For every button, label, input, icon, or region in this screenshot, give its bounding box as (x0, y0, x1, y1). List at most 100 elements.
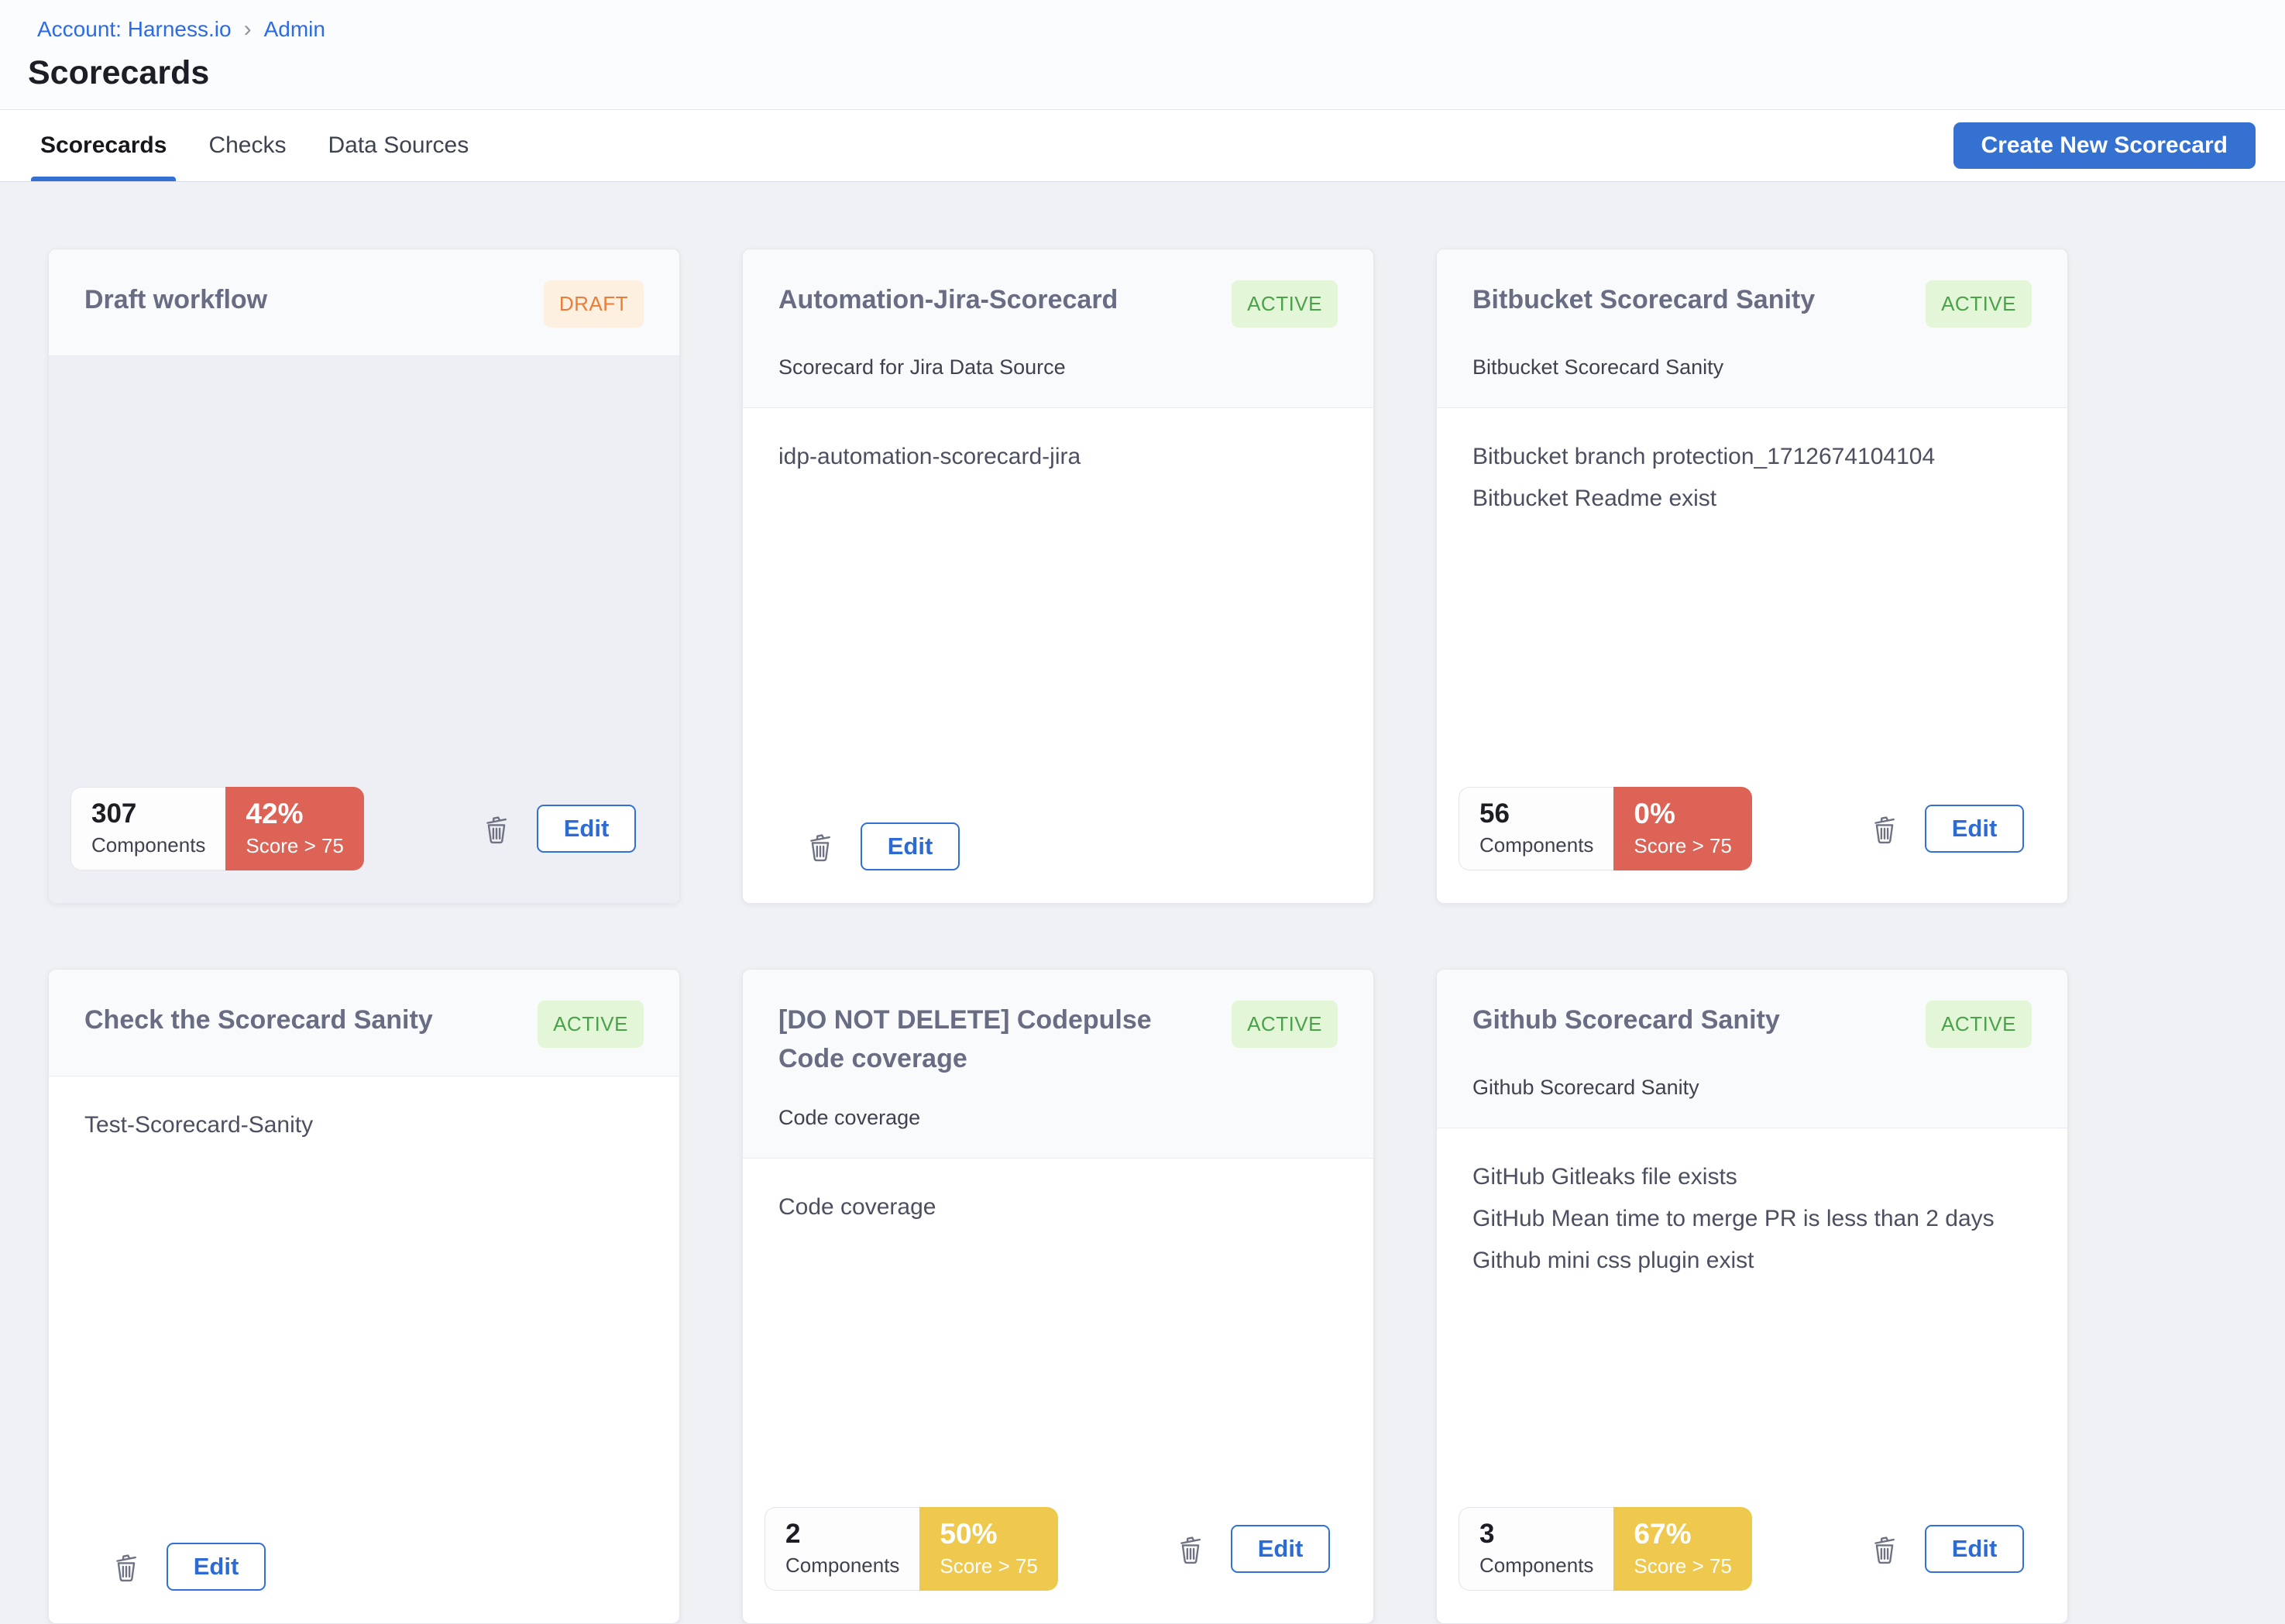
create-new-scorecard-button[interactable]: Create New Scorecard (1953, 122, 2256, 169)
card-footer: 2 Components 50% Score > 75 (743, 1507, 1373, 1623)
delete-icon[interactable] (803, 829, 837, 864)
tab-checks[interactable]: Checks (208, 110, 286, 181)
components-box: 307 Components (70, 787, 225, 870)
card-title: Bitbucket Scorecard Sanity (1472, 280, 1815, 319)
delete-icon[interactable] (1868, 812, 1902, 846)
components-count: 307 (91, 798, 205, 829)
card-actions: Edit (109, 1543, 266, 1591)
delete-icon[interactable] (1868, 1532, 1902, 1566)
check-item: Code coverage (778, 1194, 1338, 1221)
components-label: Components (785, 1554, 899, 1578)
card-header: Github Scorecard Sanity ACTIVE Github Sc… (1437, 970, 2067, 1128)
components-score-pill: 56 Components 0% Score > 75 (1459, 787, 1752, 870)
components-label: Components (1479, 1554, 1593, 1578)
score-box: 42% Score > 75 (225, 787, 363, 870)
breadcrumb: Account: Harness.io › Admin (37, 17, 2285, 42)
tabbar: Scorecards Checks Data Sources Create Ne… (0, 109, 2285, 182)
check-item: GitHub Gitleaks file exists (1472, 1164, 2032, 1190)
scorecard-card: Draft workflow DRAFT 307 Components 42% … (48, 249, 680, 904)
components-box: 56 Components (1459, 787, 1613, 870)
check-item: GitHub Mean time to merge PR is less tha… (1472, 1206, 2032, 1232)
components-box: 3 Components (1459, 1507, 1613, 1591)
scorecard-card: [DO NOT DELETE] Codepulse Code coverage … (742, 969, 1374, 1624)
components-count: 56 (1479, 798, 1593, 829)
score-box: 67% Score > 75 (1613, 1507, 1751, 1591)
check-list: Bitbucket branch protection_171267410410… (1437, 408, 2067, 787)
check-list: GitHub Gitleaks file exists GitHub Mean t… (1437, 1128, 2067, 1507)
check-list: idp-automation-scorecard-jira (743, 408, 1373, 822)
card-title: Github Scorecard Sanity (1472, 1001, 1780, 1039)
components-label: Components (1479, 833, 1593, 857)
scorecard-card: Github Scorecard Sanity ACTIVE Github Sc… (1436, 969, 2068, 1624)
components-count: 3 (1479, 1519, 1593, 1550)
delete-icon[interactable] (479, 812, 514, 846)
check-item: idp-automation-scorecard-jira (778, 444, 1338, 470)
score-threshold-label: Score > 75 (1634, 834, 1731, 858)
card-actions: Edit (1173, 1525, 1330, 1573)
breadcrumb-account-link[interactable]: Account: Harness.io (37, 17, 232, 42)
card-actions: Edit (1868, 805, 2024, 853)
card-footer: 3 Components 67% Score > 75 (1437, 1507, 2067, 1623)
components-score-pill: 307 Components 42% Score > 75 (70, 787, 364, 870)
card-title: Automation-Jira-Scorecard (778, 280, 1118, 319)
card-header: [DO NOT DELETE] Codepulse Code coverage … (743, 970, 1373, 1159)
check-list: Code coverage (743, 1159, 1373, 1507)
score-threshold-label: Score > 75 (246, 834, 343, 858)
card-title: Check the Scorecard Sanity (84, 1001, 433, 1039)
card-actions: Edit (803, 822, 960, 870)
card-footer: Edit (49, 1543, 679, 1623)
app-header: Account: Harness.io › Admin Scorecards (0, 0, 2285, 109)
status-badge: ACTIVE (1232, 280, 1338, 328)
status-badge: ACTIVE (1232, 1001, 1338, 1048)
card-subtitle: Code coverage (778, 1106, 1338, 1130)
card-subtitle: Bitbucket Scorecard Sanity (1472, 355, 2032, 379)
score-percentage: 0% (1634, 798, 1731, 830)
score-box: 0% Score > 75 (1613, 787, 1751, 870)
scorecards-grid: Draft workflow DRAFT 307 Components 42% … (48, 249, 2285, 1624)
check-item: Test-Scorecard-Sanity (84, 1112, 644, 1138)
card-footer: 307 Components 42% Score > 75 (49, 787, 679, 903)
check-list (49, 356, 679, 787)
score-threshold-label: Score > 75 (940, 1554, 1037, 1578)
edit-button[interactable]: Edit (861, 822, 960, 870)
score-percentage: 67% (1634, 1518, 1731, 1550)
edit-button[interactable]: Edit (1925, 1525, 2024, 1573)
card-header: Automation-Jira-Scorecard ACTIVE Scoreca… (743, 249, 1373, 408)
breadcrumb-separator-icon: › (244, 19, 252, 40)
status-badge: DRAFT (544, 280, 644, 328)
scorecard-card: Check the Scorecard Sanity ACTIVE Test-S… (48, 969, 680, 1624)
status-badge: ACTIVE (1926, 1001, 2032, 1048)
card-actions: Edit (1868, 1525, 2024, 1573)
scorecard-card: Bitbucket Scorecard Sanity ACTIVE Bitbuc… (1436, 249, 2068, 904)
card-subtitle: Scorecard for Jira Data Source (778, 355, 1338, 379)
components-label: Components (91, 833, 205, 857)
card-footer: 56 Components 0% Score > 75 (1437, 787, 2067, 903)
card-subtitle: Github Scorecard Sanity (1472, 1076, 2032, 1100)
tab-data-sources[interactable]: Data Sources (328, 110, 469, 181)
check-list: Test-Scorecard-Sanity (49, 1076, 679, 1543)
delete-icon[interactable] (109, 1550, 143, 1584)
components-score-pill: 3 Components 67% Score > 75 (1459, 1507, 1752, 1591)
check-item: Bitbucket branch protection_171267410410… (1472, 444, 2032, 470)
breadcrumb-admin-link[interactable]: Admin (264, 17, 325, 42)
edit-button[interactable]: Edit (167, 1543, 266, 1591)
tab-scorecards[interactable]: Scorecards (40, 110, 167, 181)
status-badge: ACTIVE (538, 1001, 644, 1048)
score-percentage: 50% (940, 1518, 1037, 1550)
edit-button[interactable]: Edit (537, 805, 636, 853)
check-item: Bitbucket Readme exist (1472, 486, 2032, 512)
edit-button[interactable]: Edit (1231, 1525, 1330, 1573)
card-header: Draft workflow DRAFT (49, 249, 679, 356)
card-title: [DO NOT DELETE] Codepulse Code coverage (778, 1001, 1166, 1078)
card-title: Draft workflow (84, 280, 267, 319)
components-box: 2 Components (765, 1507, 919, 1591)
components-score-pill: 2 Components 50% Score > 75 (765, 1507, 1058, 1591)
score-threshold-label: Score > 75 (1634, 1554, 1731, 1578)
score-box: 50% Score > 75 (919, 1507, 1057, 1591)
card-header: Check the Scorecard Sanity ACTIVE (49, 970, 679, 1076)
card-actions: Edit (479, 805, 636, 853)
components-count: 2 (785, 1519, 899, 1550)
card-footer: Edit (743, 822, 1373, 903)
edit-button[interactable]: Edit (1925, 805, 2024, 853)
delete-icon[interactable] (1173, 1532, 1208, 1566)
